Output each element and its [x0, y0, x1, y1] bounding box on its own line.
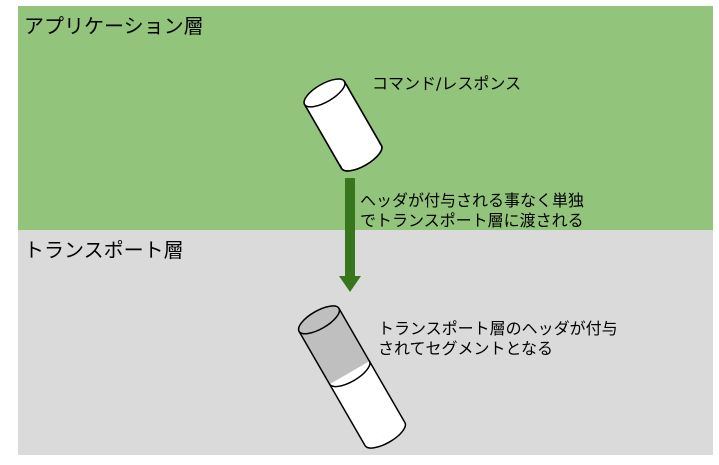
diagram-graphics [297, 78, 407, 449]
diagram-canvas: アプリケーション層 トランスポート層 コマンド/レスポンス ヘッダが付与される事… [0, 0, 719, 465]
down-arrow [339, 178, 361, 292]
arrow-description-line2: でトランスポート層に渡される [360, 211, 584, 230]
arrow-description-line1: ヘッダが付与される事なく単独 [360, 191, 585, 210]
segment-description-line2: されてセグメントとなる [378, 339, 554, 358]
segment-description: トランスポート層のヘッダが付与 されてセグメントとなる [378, 319, 618, 359]
command-response-label: コマンド/レスポンス [372, 74, 522, 93]
segment-description-line1: トランスポート層のヘッダが付与 [378, 319, 618, 338]
arrow-description: ヘッダが付与される事なく単独 でトランスポート層に渡される [360, 191, 584, 231]
